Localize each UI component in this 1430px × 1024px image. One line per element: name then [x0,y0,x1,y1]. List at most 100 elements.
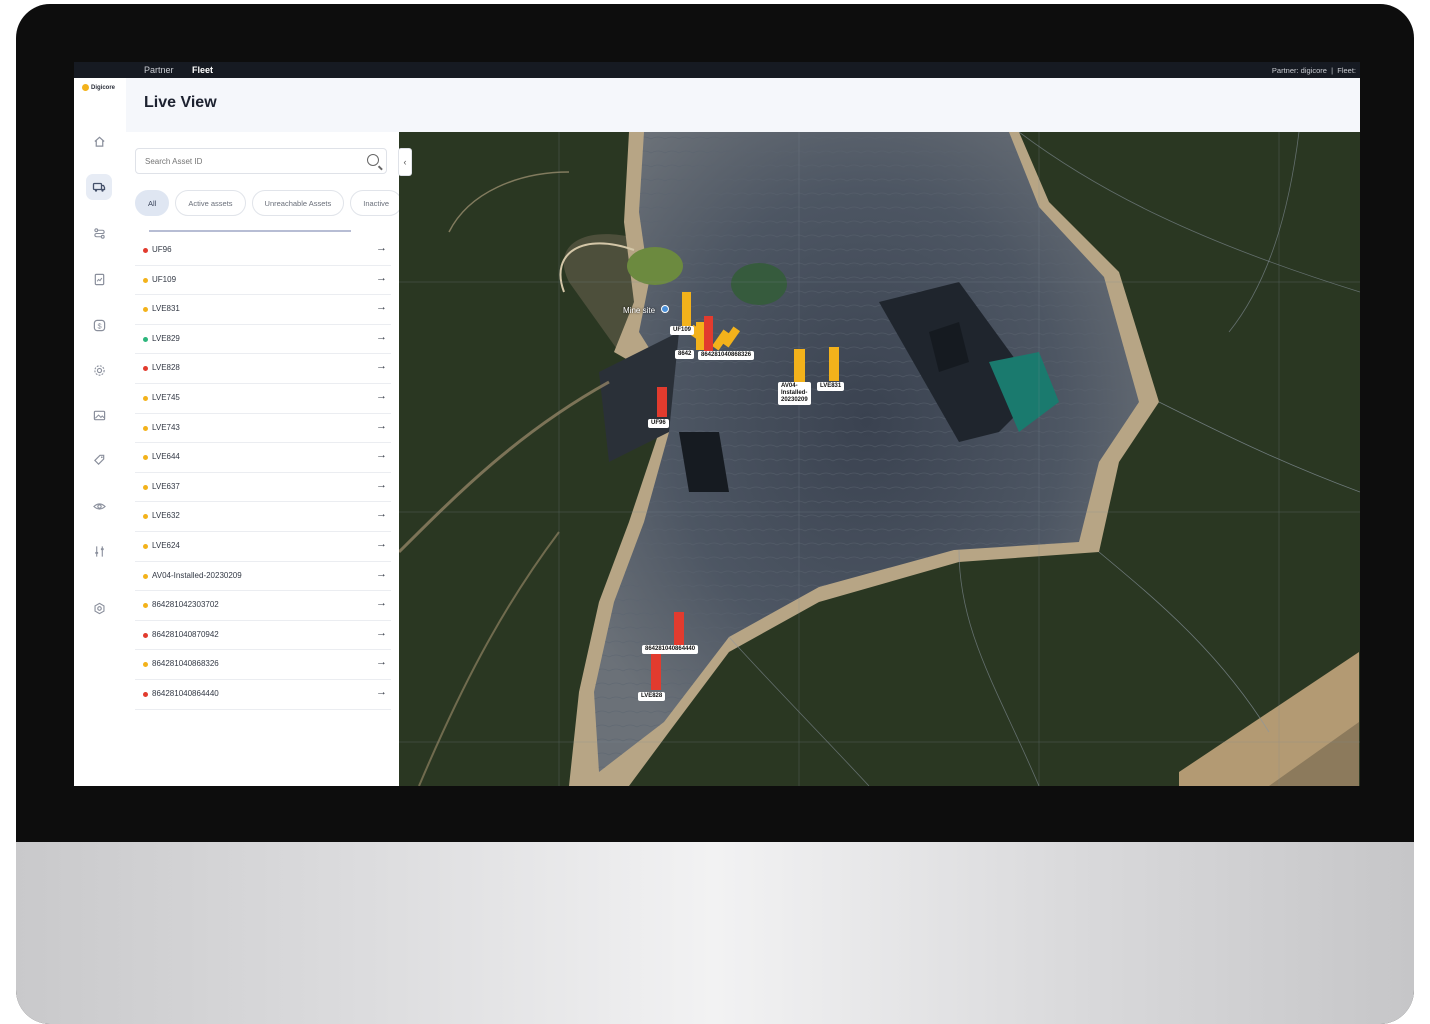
asset-marker-label[interactable]: UF109 [670,326,695,335]
status-dot [143,543,148,549]
arrow-right-icon[interactable]: → [376,538,387,550]
place-pin[interactable]: Mine site [623,300,670,318]
arrow-right-icon[interactable]: → [376,449,387,461]
status-dot [143,366,148,372]
status-dot [143,573,148,579]
arrow-right-icon[interactable]: → [376,686,387,698]
tab-fleet[interactable]: Fleet [192,65,213,75]
place-label: Mine site [623,306,656,315]
asset-marker-label[interactable]: AV04- Installed- 20230209 [778,382,811,405]
scroll-indicator [149,230,351,232]
arrow-right-icon[interactable]: → [376,272,387,284]
arrow-right-icon[interactable]: → [376,420,387,432]
asset-id-label: LVE637 [152,481,180,491]
asset-marker[interactable] [704,316,713,352]
asset-list-item[interactable]: LVE829 → [135,325,391,355]
arrow-right-icon[interactable]: → [376,301,387,313]
arrow-right-icon[interactable]: → [376,656,387,668]
asset-marker-label[interactable]: UF96 [648,419,669,428]
map-view[interactable]: Mine site UF109 8642 864281040868326 AV04- … [399,132,1360,786]
asset-marker[interactable] [657,387,667,417]
asset-list-item[interactable]: 864281042303702 → [135,591,391,621]
arrow-right-icon[interactable]: → [376,242,387,254]
app-screen: Digicore $ Live View Partner Fleet Partn… [74,62,1360,786]
asset-id-label: LVE624 [152,540,180,550]
image-icon[interactable] [88,404,110,426]
search-box [135,148,387,174]
arrow-right-icon[interactable]: → [376,331,387,343]
arrow-right-icon[interactable]: → [376,479,387,491]
gear-icon[interactable] [88,597,110,619]
asset-id-label: LVE743 [152,422,180,432]
route-icon[interactable] [88,222,110,244]
asset-id-label: LVE632 [152,511,180,521]
asset-list-item[interactable]: LVE624 → [135,532,391,562]
sliders-icon[interactable] [88,540,110,562]
arrow-right-icon[interactable]: → [376,597,387,609]
asset-marker[interactable] [674,612,684,646]
asset-list-item[interactable]: 864281040864440 → [135,680,391,710]
filter-chips: All Active assets Unreachable Assets Inacti… [135,190,399,218]
status-dot [143,455,148,461]
collapse-panel-button[interactable]: ‹ [398,148,412,176]
brand-logo: Digicore [82,84,115,91]
asset-list-item[interactable]: AV04-Installed-20230209 → [135,562,391,592]
tab-partner[interactable]: Partner [144,65,174,75]
map-pin-icon [661,305,670,313]
asset-marker[interactable] [829,347,839,381]
status-dot [143,336,148,342]
asset-id-label: 864281040864440 [152,688,219,698]
asset-id-label: LVE828 [152,363,180,373]
asset-list-item[interactable]: LVE632 → [135,502,391,532]
filter-chip-all[interactable]: All [135,190,170,216]
asset-list-item[interactable]: 864281040868326 → [135,650,391,680]
asset-marker-label[interactable]: LVE828 [638,692,666,701]
asset-marker-label[interactable]: 864281040868326 [698,351,755,360]
asset-marker-label[interactable]: LVE831 [817,382,845,391]
status-dot [143,277,148,283]
arrow-right-icon[interactable]: → [376,568,387,580]
search-icon[interactable] [367,154,379,166]
asset-marker[interactable] [651,654,661,690]
arrow-right-icon[interactable]: → [376,508,387,520]
arrow-right-icon[interactable]: → [376,360,387,372]
eye-icon[interactable] [88,495,110,517]
asset-id-label: UF96 [152,245,172,254]
search-input[interactable] [145,157,345,166]
settings-cog-icon[interactable] [88,359,110,381]
asset-list-item[interactable]: LVE745 → [135,384,391,414]
status-dot [143,662,148,668]
monitor-chin [16,842,1414,1024]
report-icon[interactable] [88,268,110,290]
asset-panel: ‹ AllActive assetsUnreachable AssetsInac… [126,132,412,786]
asset-list-item[interactable]: LVE637 → [135,473,391,503]
asset-list-item[interactable]: LVE828 → [135,354,391,384]
page-header: Live View [126,78,1360,132]
home-icon[interactable] [88,130,110,152]
dollar-icon[interactable]: $ [88,314,110,336]
asset-marker[interactable] [794,349,805,385]
tag-icon[interactable] [88,448,110,470]
vehicle-icon[interactable] [86,174,112,200]
asset-marker-label[interactable]: 8642 [675,350,695,359]
arrow-right-icon[interactable]: → [376,627,387,639]
asset-list-item[interactable]: LVE743 → [135,414,391,444]
asset-list-item[interactable]: 864281040870942 → [135,621,391,651]
arrow-right-icon[interactable]: → [376,390,387,402]
asset-list-item[interactable]: UF109 → [135,266,391,296]
asset-list-item[interactable]: LVE644 → [135,443,391,473]
top-bar: Partner Fleet Partner: digicore | Fleet: [74,62,1360,78]
filter-chip-inactive[interactable]: Inactive [350,190,399,216]
asset-id-label: 864281040868326 [152,659,219,669]
asset-list-item[interactable]: UF96 → [135,236,391,266]
asset-marker[interactable] [682,292,691,328]
asset-id-label: LVE644 [152,452,180,462]
monitor-frame: Digicore $ Live View Partner Fleet Partn… [16,4,1414,1024]
asset-list-item[interactable]: LVE831 → [135,295,391,325]
filter-chip-active-assets[interactable]: Active assets [175,190,246,216]
filter-chip-unreachable-assets[interactable]: Unreachable Assets [251,190,345,216]
asset-marker-label[interactable]: 864281040864440 [642,645,699,654]
asset-id-label: UF109 [152,274,177,284]
chevron-left-icon: ‹ [403,157,407,167]
status-dot [143,425,148,431]
